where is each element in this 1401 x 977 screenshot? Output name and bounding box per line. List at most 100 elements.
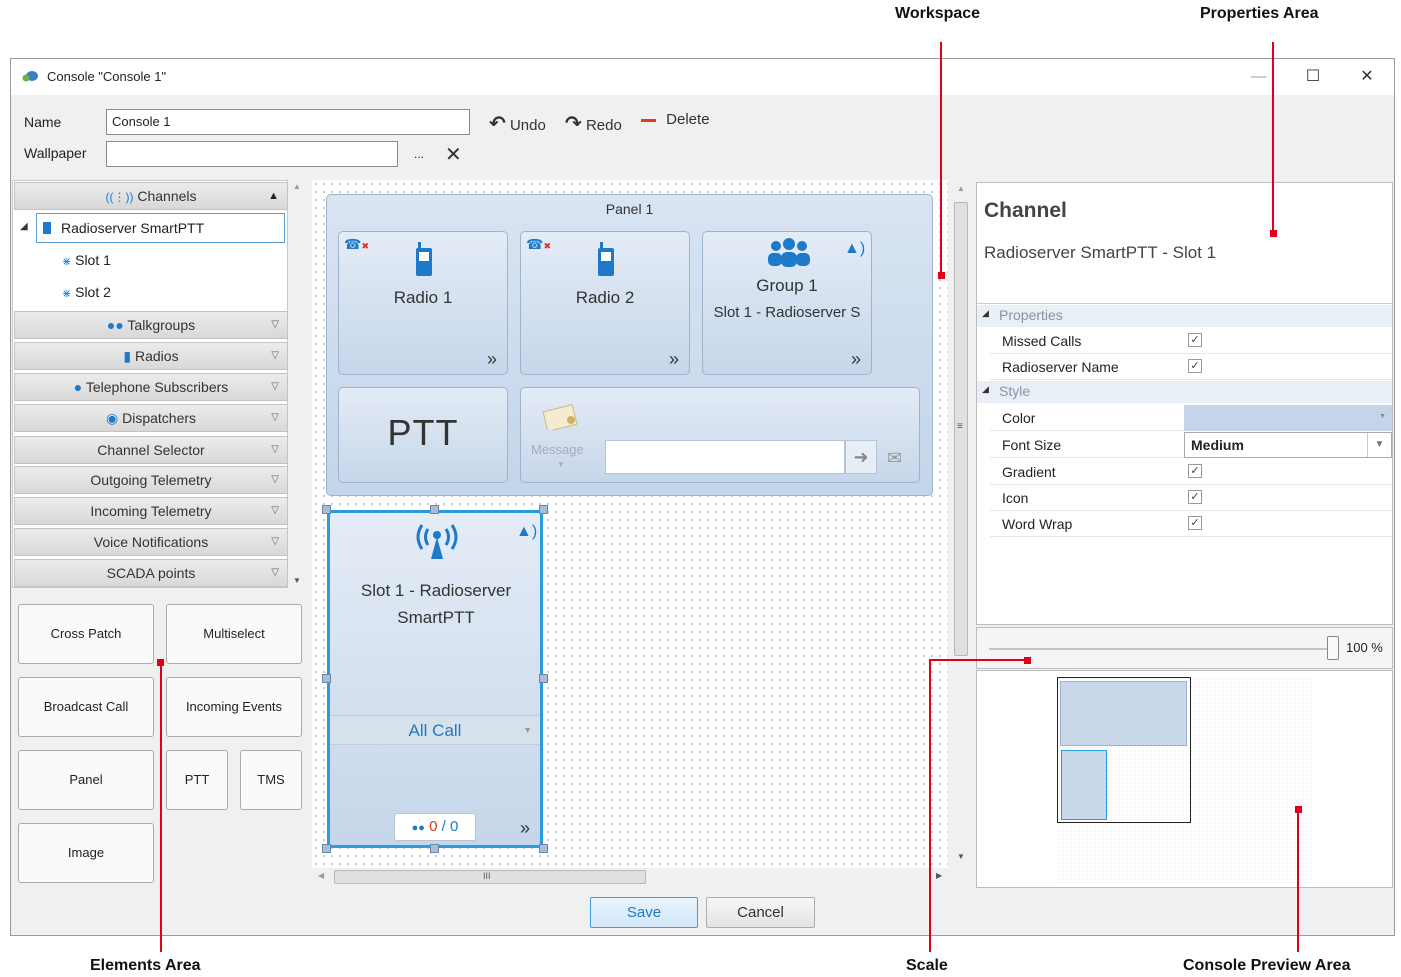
cross-patch-button[interactable]: Cross Patch [18, 604, 154, 664]
properties-area: Channel Radioserver SmartPTT - Slot 1 [976, 182, 1393, 625]
workspace-horizontal-scrollbar[interactable]: ◀ III ▶ [312, 868, 948, 886]
cancel-button[interactable]: Cancel [706, 897, 815, 928]
incoming-events-button[interactable]: Incoming Events [166, 677, 302, 737]
icon-checkbox[interactable]: ✓ [1188, 490, 1202, 504]
antenna-icon: ⋇ [62, 256, 72, 268]
speaker-icon[interactable]: ▲) [844, 240, 865, 258]
preview-viewport[interactable] [1057, 677, 1191, 823]
section-dispatchers[interactable]: ◉ Dispatchers ▽ [14, 404, 288, 432]
resize-handle-nw[interactable] [322, 505, 331, 514]
font-size-select[interactable]: Medium ▼ [1184, 432, 1392, 458]
expand-icon[interactable]: » [487, 349, 497, 370]
prop-color[interactable]: Color ▼ [990, 405, 1392, 431]
collapse-icon[interactable]: ◢ [982, 308, 989, 319]
tree-item-slot-1[interactable]: ⋇ Slot 1 [62, 252, 111, 268]
send-arrow-button[interactable]: ➜ [845, 440, 877, 474]
category-properties[interactable]: ◢ Properties [977, 305, 1392, 327]
message-input[interactable] [605, 440, 845, 474]
call-type-select[interactable]: All Call ▼ [330, 715, 540, 745]
group-1-tile[interactable]: ▲) Group 1 Slot 1 - Radioserver S » [702, 231, 872, 375]
mail-icon[interactable]: ✉ [887, 448, 902, 469]
close-button[interactable]: ✕ [1347, 65, 1387, 89]
tree-item-label: Slot 2 [75, 284, 111, 300]
resize-handle-n[interactable] [430, 505, 439, 514]
scroll-down-icon[interactable]: ▼ [957, 852, 965, 861]
prop-gradient[interactable]: Gradient ✓ [990, 459, 1392, 485]
vertical-scroll-thumb[interactable]: ≡ [954, 202, 968, 656]
multiselect-button[interactable]: Multiselect [166, 604, 302, 664]
section-voice-notifications[interactable]: Voice Notifications ▽ [14, 528, 288, 556]
clear-wallpaper-icon[interactable]: ✕ [445, 142, 462, 167]
resize-handle-e[interactable] [539, 674, 548, 683]
callout-line-scale-vertical [929, 660, 931, 952]
tree-item-slot-2[interactable]: ⋇ Slot 2 [62, 284, 111, 300]
delete-button[interactable]: Delete [641, 111, 710, 128]
prop-icon[interactable]: Icon ✓ [990, 485, 1392, 511]
collapse-icon[interactable]: ◢ [982, 384, 989, 395]
message-tile[interactable]: Message ▼ ➜ ✉ [520, 387, 920, 483]
workspace-vertical-scrollbar[interactable]: ▲ ≡ ▼ [952, 180, 970, 868]
resize-handle-w[interactable] [322, 674, 331, 683]
scroll-up-icon[interactable]: ▲ [957, 184, 965, 193]
scale-slider-thumb[interactable] [1327, 636, 1339, 660]
resize-handle-sw[interactable] [322, 844, 331, 853]
tree-root[interactable]: ◢ Radioserver SmartPTT [20, 213, 285, 243]
speaker-icon[interactable]: ▲) [516, 523, 537, 541]
preview-panel [1060, 681, 1187, 746]
section-channel-selector[interactable]: Channel Selector ▽ [14, 436, 288, 464]
gradient-checkbox[interactable]: ✓ [1188, 464, 1202, 478]
elements-scrollbar[interactable]: ▲ ▼ [289, 180, 305, 588]
ptt-element-button[interactable]: PTT [166, 750, 228, 810]
section-label: Incoming Telemetry [90, 503, 212, 519]
redo-button[interactable]: ↷ Redo [565, 111, 622, 136]
expand-icon[interactable]: » [520, 818, 530, 839]
expand-icon[interactable]: » [669, 349, 679, 370]
prop-radioserver-name[interactable]: Radioserver Name ✓ [990, 354, 1392, 380]
panel-button[interactable]: Panel [18, 750, 154, 810]
prop-missed-calls[interactable]: Missed Calls ✓ [990, 328, 1392, 354]
section-outgoing-telemetry[interactable]: Outgoing Telemetry ▽ [14, 466, 288, 494]
save-button[interactable]: Save [590, 897, 698, 928]
channel-tile-slot-1[interactable]: ▲) Slot 1 - Radioserver SmartPTT All Cal… [327, 510, 543, 848]
word-wrap-checkbox[interactable]: ✓ [1188, 516, 1202, 530]
section-incoming-telemetry[interactable]: Incoming Telemetry ▽ [14, 497, 288, 525]
prop-font-size[interactable]: Font Size Medium ▼ [990, 432, 1392, 458]
name-input[interactable]: Console 1 [106, 109, 470, 135]
envelope-icon [542, 404, 579, 433]
ptt-tile[interactable]: PTT [338, 387, 508, 483]
prop-label: Icon [1002, 490, 1029, 506]
broadcast-call-button[interactable]: Broadcast Call [18, 677, 154, 737]
prop-word-wrap[interactable]: Word Wrap ✓ [990, 511, 1392, 537]
radio-1-tile[interactable]: ☎✖ Radio 1 » [338, 231, 508, 375]
tms-button[interactable]: TMS [240, 750, 302, 810]
expand-toggle-icon[interactable]: ◢ [20, 221, 28, 232]
resize-handle-ne[interactable] [539, 505, 548, 514]
scroll-down-icon[interactable]: ▼ [293, 576, 301, 585]
browse-wallpaper-button[interactable]: ... [414, 147, 424, 161]
section-radios[interactable]: ▮ Radios ▽ [14, 342, 288, 370]
section-talkgroups[interactable]: ●● Talkgroups ▽ [14, 311, 288, 339]
scale-slider-track[interactable] [989, 648, 1333, 650]
undo-button[interactable]: ↶ Undo [489, 111, 546, 136]
maximize-button[interactable]: ☐ [1293, 65, 1333, 89]
image-button[interactable]: Image [18, 823, 154, 883]
category-style[interactable]: ◢ Style [977, 381, 1392, 403]
section-scada-points[interactable]: SCADA points ▽ [14, 559, 288, 587]
missed-calls-counter[interactable]: ●● 0 / 0 [394, 813, 476, 841]
radioserver-name-checkbox[interactable]: ✓ [1188, 359, 1202, 373]
scroll-right-icon[interactable]: ▶ [936, 871, 942, 880]
message-label[interactable]: Message [531, 442, 584, 457]
expand-icon[interactable]: » [851, 349, 861, 370]
missed-calls-checkbox[interactable]: ✓ [1188, 333, 1202, 347]
scroll-up-icon[interactable]: ▲ [293, 182, 301, 191]
radio-2-tile[interactable]: ☎✖ Radio 2 » [520, 231, 690, 375]
section-telephone-subscribers[interactable]: ● Telephone Subscribers ▽ [14, 373, 288, 401]
resize-handle-s[interactable] [430, 844, 439, 853]
wallpaper-input[interactable] [106, 141, 398, 167]
section-channels[interactable]: ((⋮)) Channels ▲ [14, 182, 288, 210]
scroll-left-icon[interactable]: ◀ [318, 871, 324, 880]
horizontal-scroll-thumb[interactable]: III [334, 870, 646, 884]
color-picker[interactable]: ▼ [1184, 405, 1392, 431]
resize-handle-se[interactable] [539, 844, 548, 853]
radio-icon: ▮ [123, 348, 132, 364]
